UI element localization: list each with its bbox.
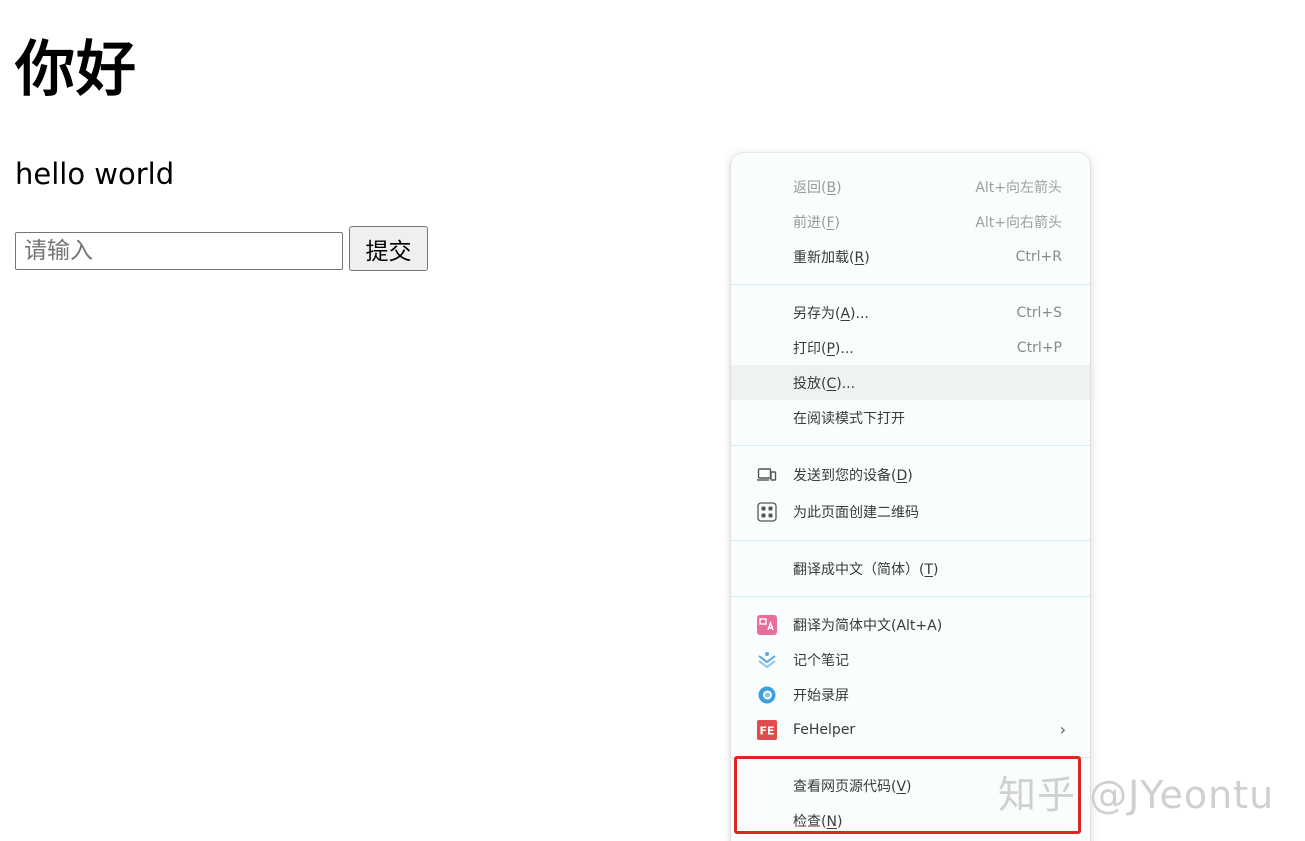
menu-item-reader-mode[interactable]: 在阅读模式下打开 xyxy=(731,400,1090,435)
menu-item-print-label: 打印( xyxy=(793,340,827,357)
qr-code-icon xyxy=(756,501,778,523)
menu-item-cast-accesskey: C xyxy=(826,375,837,392)
menu-item-forward-label: 前进( xyxy=(793,214,827,231)
menu-item-reload-shortcut: Ctrl+R xyxy=(1015,248,1062,265)
menu-item-back-shortcut: Alt+向左箭头 xyxy=(975,179,1062,196)
page: 你好 hello world 提交 返回(B) Alt+向左箭头 前进(F) A… xyxy=(0,0,1305,841)
menu-item-save-as-accesskey: A xyxy=(840,305,851,322)
menu-item-inspect-suffix: ) xyxy=(836,813,843,830)
chevron-right-icon: › xyxy=(1059,720,1066,739)
menu-item-forward-shortcut: Alt+向右箭头 xyxy=(975,214,1062,231)
menu-item-send-to-device-accesskey: D xyxy=(896,467,908,484)
menu-item-print-accesskey: P xyxy=(826,340,835,357)
menu-group-page: 另存为(A)... Ctrl+S 打印(P)... Ctrl+P 投放(C)..… xyxy=(731,295,1090,435)
menu-item-save-as-suffix: )... xyxy=(850,305,869,322)
menu-separator xyxy=(731,284,1090,285)
menu-item-inspect-label: 检查( xyxy=(793,813,827,830)
menu-group-navigation: 返回(B) Alt+向左箭头 前进(F) Alt+向右箭头 重新加载(R) Ct… xyxy=(731,153,1090,274)
menu-item-fehelper[interactable]: FE FeHelper › xyxy=(731,712,1090,747)
menu-item-notes[interactable]: 记个笔记 xyxy=(731,642,1090,677)
menu-item-translate-extension-label: 翻译为简体中文(Alt+A) xyxy=(793,617,943,634)
menu-item-reload[interactable]: 重新加载(R) Ctrl+R xyxy=(731,239,1090,274)
fehelper-icon: FE xyxy=(756,719,778,741)
menu-item-send-to-device-label: 发送到您的设备( xyxy=(793,467,897,484)
menu-item-cast[interactable]: 投放(C)... xyxy=(731,365,1090,400)
menu-separator xyxy=(731,540,1090,541)
menu-item-qr-code-label: 为此页面创建二维码 xyxy=(793,504,919,521)
menu-item-cast-label: 投放( xyxy=(793,375,827,392)
menu-item-save-as-label: 另存为( xyxy=(793,305,841,322)
menu-item-screen-record[interactable]: 开始录屏 xyxy=(731,677,1090,712)
menu-item-back-suffix: ) xyxy=(836,179,842,196)
menu-item-print-suffix: )... xyxy=(834,340,854,357)
menu-item-view-source-suffix: ) xyxy=(906,778,912,795)
menu-item-reader-mode-label: 在阅读模式下打开 xyxy=(793,410,905,427)
menu-item-translate-label: 翻译成中文（简体）( xyxy=(793,561,925,578)
menu-group-developer: 查看网页源代码(V) 检查(N) xyxy=(731,768,1090,838)
menu-item-translate-suffix: ) xyxy=(933,561,939,578)
menu-item-reload-label: 重新加载( xyxy=(793,249,855,266)
menu-item-qr-code[interactable]: 为此页面创建二维码 xyxy=(731,493,1090,530)
menu-item-translate-extension[interactable]: 翻译为简体中文(Alt+A) xyxy=(731,607,1090,642)
menu-item-screen-record-label: 开始录屏 xyxy=(793,687,849,704)
menu-item-inspect-accesskey: N xyxy=(826,813,837,830)
menu-item-send-to-device-suffix: ) xyxy=(907,467,913,484)
menu-separator xyxy=(731,757,1090,758)
menu-item-inspect[interactable]: 检查(N) xyxy=(731,803,1090,838)
menu-group-share: 发送到您的设备(D) 为此页面创建二维码 xyxy=(731,456,1090,530)
menu-item-back-label: 返回( xyxy=(793,179,827,196)
menu-item-print[interactable]: 打印(P)... Ctrl+P xyxy=(731,330,1090,365)
page-heading: 你好 xyxy=(15,35,137,105)
menu-item-cast-suffix: )... xyxy=(836,375,856,392)
menu-item-back[interactable]: 返回(B) Alt+向左箭头 xyxy=(731,169,1090,204)
menu-group-translate: 翻译成中文（简体）(T) xyxy=(731,551,1090,586)
menu-item-forward-suffix: ) xyxy=(834,214,840,231)
submit-button[interactable]: 提交 xyxy=(349,226,428,271)
menu-item-reload-accesskey: R xyxy=(854,249,865,266)
menu-item-view-source-accesskey: V xyxy=(896,778,907,795)
notes-icon xyxy=(756,649,778,671)
menu-item-save-as[interactable]: 另存为(A)... Ctrl+S xyxy=(731,295,1090,330)
svg-text:FE: FE xyxy=(759,724,774,737)
menu-item-view-source[interactable]: 查看网页源代码(V) xyxy=(731,768,1090,803)
menu-item-view-source-label: 查看网页源代码( xyxy=(793,778,897,795)
context-menu: 返回(B) Alt+向左箭头 前进(F) Alt+向右箭头 重新加载(R) Ct… xyxy=(731,153,1090,841)
menu-item-back-accesskey: B xyxy=(826,179,837,196)
menu-item-translate[interactable]: 翻译成中文（简体）(T) xyxy=(731,551,1090,586)
menu-item-translate-accesskey: T xyxy=(924,561,934,578)
text-input[interactable] xyxy=(15,232,343,270)
menu-item-forward-accesskey: F xyxy=(826,214,835,231)
menu-item-save-as-shortcut: Ctrl+S xyxy=(1016,304,1062,321)
screen-record-icon xyxy=(756,684,778,706)
menu-item-forward[interactable]: 前进(F) Alt+向右箭头 xyxy=(731,204,1090,239)
menu-item-print-shortcut: Ctrl+P xyxy=(1016,339,1062,356)
menu-group-extensions: 翻译为简体中文(Alt+A) 记个笔记 开始录屏 FE FeHelper › xyxy=(731,607,1090,747)
menu-separator xyxy=(731,596,1090,597)
menu-item-send-to-device[interactable]: 发送到您的设备(D) xyxy=(731,456,1090,493)
menu-item-reload-suffix: ) xyxy=(864,249,870,266)
menu-separator xyxy=(731,445,1090,446)
devices-icon xyxy=(756,464,778,486)
translate-extension-icon xyxy=(756,614,778,636)
menu-item-fehelper-label: FeHelper xyxy=(793,721,856,738)
menu-item-notes-label: 记个笔记 xyxy=(793,652,849,669)
page-paragraph: hello world xyxy=(15,157,175,191)
